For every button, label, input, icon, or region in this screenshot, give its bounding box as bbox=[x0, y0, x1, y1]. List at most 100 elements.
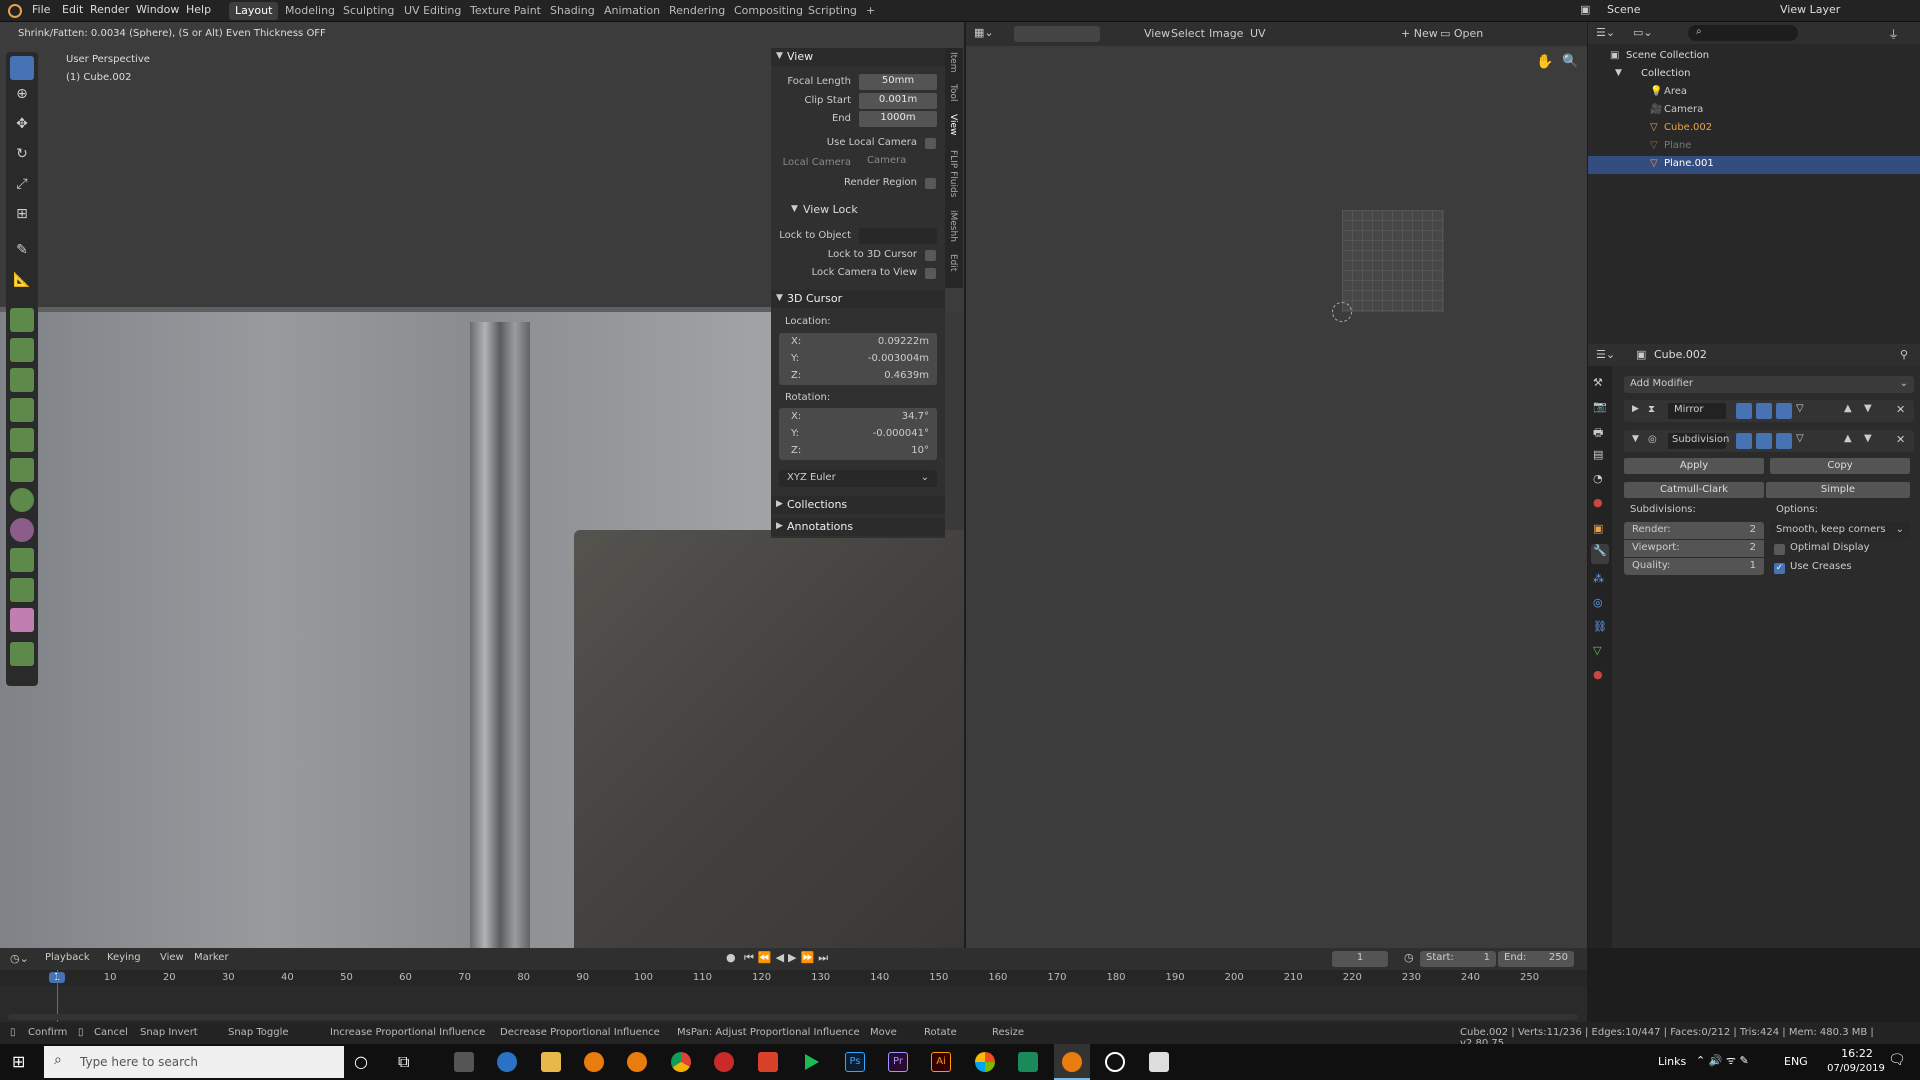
pan-hand-icon[interactable]: ✋ bbox=[1536, 54, 1553, 70]
smooth-tool-icon[interactable] bbox=[10, 518, 34, 542]
notification-icon[interactable]: 🗨 bbox=[1888, 1052, 1906, 1068]
windows-start-icon[interactable]: ⊞ bbox=[12, 1052, 25, 1071]
app-icon[interactable] bbox=[1018, 1052, 1038, 1072]
clock-date[interactable]: 07/09/2019 bbox=[1823, 1063, 1889, 1074]
copy-button[interactable]: Copy bbox=[1770, 458, 1910, 474]
material-tab-icon[interactable]: ● bbox=[1593, 668, 1603, 681]
mirror-expand-icon[interactable]: ▶ bbox=[1632, 404, 1639, 414]
constraints-tab-icon[interactable]: ⛓ bbox=[1593, 620, 1607, 633]
tray-icons[interactable]: ⌃ 🔊 ᯤ ✎ bbox=[1696, 1053, 1749, 1068]
move-up-icon[interactable]: ▲ bbox=[1844, 433, 1852, 444]
taskbar-search-input[interactable]: ⌕ Type here to search bbox=[44, 1046, 344, 1078]
outliner-row-cube[interactable]: ▽ Cube.002 bbox=[1588, 120, 1920, 138]
playback-menu[interactable]: Playback bbox=[45, 952, 90, 963]
timeline-type-icon[interactable]: ◷⌄ bbox=[10, 952, 29, 965]
uv-menu-select[interactable]: Select bbox=[1171, 27, 1205, 40]
playback-controls[interactable]: ⏮⏪◀▶⏩⏭ bbox=[744, 951, 832, 965]
play-store-icon[interactable] bbox=[805, 1054, 819, 1070]
premiere-icon[interactable]: Pr bbox=[888, 1052, 908, 1072]
data-tab-icon[interactable]: ▽ bbox=[1593, 644, 1601, 657]
outliner-row-camera[interactable]: 🎥 Camera bbox=[1588, 102, 1920, 120]
uv-editor[interactable]: ▦⌄ View Select Image UV + New ▭ Open ✋ 🔍 bbox=[966, 22, 1587, 948]
rotation-fields[interactable]: X: 34.7° Y: -0.000041° Z: 10° bbox=[779, 408, 937, 460]
marker-menu[interactable]: Marker bbox=[194, 952, 229, 963]
annotate-tool-icon[interactable]: ✎ bbox=[10, 242, 34, 266]
tab-compositing[interactable]: Compositing bbox=[728, 2, 809, 20]
app-icon[interactable] bbox=[758, 1052, 778, 1072]
timeline-view-menu[interactable]: View bbox=[160, 952, 184, 963]
blender-app-icon[interactable] bbox=[584, 1052, 604, 1072]
blender-app-icon[interactable] bbox=[627, 1052, 647, 1072]
catmull-clark-button[interactable]: Catmull-Clark bbox=[1624, 482, 1764, 498]
current-frame-field[interactable]: 1 bbox=[1332, 951, 1388, 967]
new-image-button[interactable]: + New bbox=[1401, 27, 1438, 40]
app-icon[interactable] bbox=[975, 1052, 995, 1072]
clock-icon[interactable]: ◷ bbox=[1404, 951, 1414, 964]
display-mode-icon[interactable]: ▭⌄ bbox=[1633, 26, 1653, 39]
outliner-type-icon[interactable]: ☰⌄ bbox=[1596, 26, 1615, 39]
app-icon[interactable] bbox=[714, 1052, 734, 1072]
tab-rendering[interactable]: Rendering bbox=[663, 2, 731, 20]
local-camera-field[interactable]: Camera bbox=[859, 155, 937, 171]
world-tab-icon[interactable]: ● bbox=[1593, 496, 1603, 509]
3d-cursor-panel-header[interactable]: 3D Cursor bbox=[771, 290, 945, 308]
timeline-scrollbar[interactable] bbox=[8, 1014, 1578, 1020]
move-down-icon[interactable]: ▼ bbox=[1864, 433, 1872, 444]
blender-logo-icon[interactable] bbox=[8, 4, 22, 18]
loc-y-field[interactable]: -0.003004m bbox=[868, 353, 929, 364]
filter-icon[interactable]: ⏚ bbox=[1888, 26, 1899, 42]
cortana-icon[interactable]: ○ bbox=[354, 1052, 368, 1071]
lock-object-field[interactable] bbox=[859, 228, 937, 244]
output-tab-icon[interactable]: 🖶 bbox=[1593, 424, 1603, 443]
tab-imeshh[interactable]: iMeshh bbox=[948, 210, 958, 242]
record-icon[interactable]: ● bbox=[726, 951, 736, 964]
cage-toggle-icon[interactable]: ▽ bbox=[1796, 433, 1804, 444]
mirror-name-field[interactable]: Mirror bbox=[1668, 403, 1726, 419]
viewport-levels-field[interactable]: Viewport: 2 bbox=[1624, 540, 1764, 557]
editmode-toggle-icon[interactable] bbox=[1736, 403, 1752, 419]
move-up-icon[interactable]: ▲ bbox=[1844, 403, 1852, 414]
render-levels-field[interactable]: Render: 2 bbox=[1624, 522, 1764, 539]
collection-expand-icon[interactable]: ▼ bbox=[1615, 68, 1622, 78]
clock-time[interactable]: 16:22 bbox=[1831, 1047, 1883, 1060]
language-indicator[interactable]: ENG bbox=[1784, 1055, 1808, 1068]
remove-modifier-icon[interactable]: ✕ bbox=[1896, 403, 1905, 416]
uv-smooth-dropdown[interactable]: Smooth, keep corners ⌄ bbox=[1770, 522, 1910, 539]
spin-tool-icon[interactable] bbox=[10, 488, 34, 512]
inset-tool-icon[interactable] bbox=[10, 338, 34, 362]
links-toolbar[interactable]: Links bbox=[1658, 1055, 1686, 1068]
editmode-toggle-icon[interactable] bbox=[1736, 433, 1752, 449]
object-tab-icon[interactable]: ▣ bbox=[1593, 522, 1603, 535]
loc-x-field[interactable]: 0.09222m bbox=[878, 336, 929, 347]
tab-flip-fluids[interactable]: FLIP Fluids bbox=[948, 150, 958, 197]
edge-slide-tool-icon[interactable] bbox=[10, 548, 34, 572]
calculator-icon[interactable] bbox=[454, 1052, 474, 1072]
outliner-search-input[interactable] bbox=[1688, 25, 1798, 41]
subdivision-name-field[interactable]: Subdivision bbox=[1668, 433, 1729, 449]
timeline-ruler[interactable]: 1102030405060708090100110120130140150160… bbox=[0, 970, 1587, 986]
collections-panel-header[interactable]: Collections bbox=[771, 496, 945, 514]
tab-tool[interactable]: Tool bbox=[948, 84, 958, 101]
tab-texture-paint[interactable]: Texture Paint bbox=[464, 2, 547, 20]
menu-help[interactable]: Help bbox=[186, 3, 211, 16]
select-mode-icon[interactable] bbox=[1014, 26, 1100, 42]
move-down-icon[interactable]: ▼ bbox=[1864, 403, 1872, 414]
use-local-camera-checkbox[interactable] bbox=[925, 138, 936, 149]
zoom-icon[interactable]: 🔍 bbox=[1562, 54, 1578, 69]
apply-button[interactable]: Apply bbox=[1624, 458, 1764, 474]
chrome-icon[interactable] bbox=[671, 1052, 691, 1072]
collection-row[interactable]: Collection bbox=[1641, 68, 1690, 79]
render-toggle-icon[interactable] bbox=[1776, 403, 1792, 419]
tab-modeling[interactable]: Modeling bbox=[279, 2, 341, 20]
outliner-row-plane[interactable]: ▽ Plane bbox=[1588, 138, 1920, 156]
tab-item[interactable]: Item bbox=[948, 52, 958, 73]
blender-app-icon[interactable] bbox=[1062, 1052, 1082, 1072]
extrude-tool-icon[interactable] bbox=[10, 308, 34, 332]
add-workspace-button[interactable]: + bbox=[860, 2, 881, 20]
cage-toggle-icon[interactable]: ▽ bbox=[1796, 403, 1804, 414]
rip-tool-icon[interactable] bbox=[10, 642, 34, 666]
rot-x-field[interactable]: 34.7° bbox=[902, 411, 929, 422]
focal-length-field[interactable]: 50mm bbox=[859, 74, 937, 90]
tab-uv-editing[interactable]: UV Editing bbox=[398, 2, 467, 20]
lock-3d-cursor-checkbox[interactable] bbox=[925, 250, 936, 261]
